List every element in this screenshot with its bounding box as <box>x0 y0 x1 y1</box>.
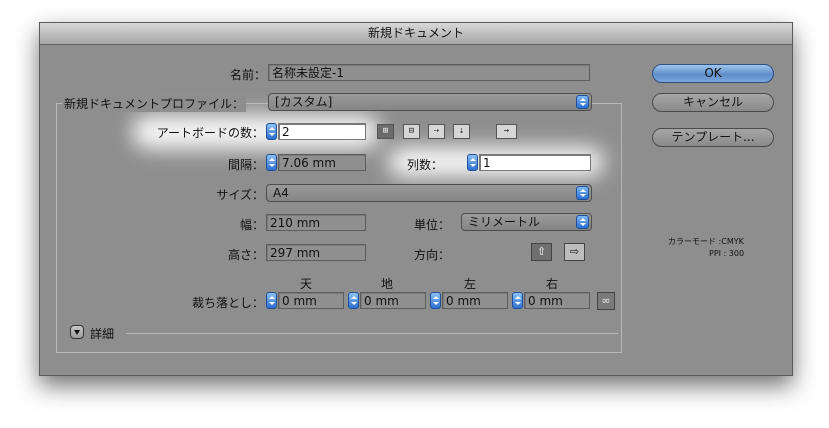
advanced-label[interactable]: 詳細 <box>90 325 114 342</box>
bleed-right-stepper[interactable] <box>512 292 523 309</box>
width-field[interactable]: 210 mm <box>266 214 366 231</box>
columns-label: 列数： <box>407 158 444 172</box>
chevron-updown-icon <box>576 186 589 200</box>
bleed-top-label: 天 <box>300 277 313 291</box>
size-label: サイズ： <box>216 188 264 202</box>
profile-label: 新規ドキュメントプロファイル： <box>62 95 247 112</box>
chevron-updown-icon <box>576 95 589 109</box>
size-select[interactable]: A4 <box>266 184 592 202</box>
bleed-right-label: 右 <box>546 277 559 291</box>
spacing-stepper[interactable] <box>266 154 277 171</box>
disclosure-triangle-icon[interactable] <box>70 325 84 339</box>
bleed-bottom-field[interactable]: 0 mm <box>360 292 426 309</box>
spacing-label: 間隔： <box>227 158 264 172</box>
portrait-orientation-button[interactable]: ⇧ <box>531 243 552 261</box>
bleed-left-field[interactable]: 0 mm <box>442 292 508 309</box>
columns-field[interactable]: 1 <box>479 154 591 171</box>
size-select-value: A4 <box>273 186 289 200</box>
grid-by-row-icon[interactable]: ⊞ <box>377 124 394 139</box>
templates-button[interactable]: テンプレート... <box>652 128 774 147</box>
grid-by-column-icon[interactable]: ⊟ <box>403 124 420 139</box>
arrange-by-row-icon[interactable]: ⇢ <box>428 124 445 139</box>
bleed-top-stepper[interactable] <box>266 292 277 309</box>
height-field[interactable]: 297 mm <box>266 244 366 261</box>
height-label: 高さ： <box>227 248 264 262</box>
ppi-info: PPI : 300 <box>709 249 745 258</box>
bleed-label: 裁ち落とし： <box>191 296 264 310</box>
artboards-stepper[interactable] <box>266 123 277 140</box>
profile-select[interactable]: [カスタム] <box>268 93 592 111</box>
color-mode-info: カラーモード :CMYK <box>668 237 744 246</box>
artboards-field[interactable]: 2 <box>278 123 366 140</box>
new-document-dialog: 新規ドキュメント 名前： 名称未設定-1 新規ドキュメントプロファイル： [カス… <box>39 22 793 376</box>
width-label: 幅： <box>239 218 264 232</box>
link-icon[interactable]: ∞ <box>597 292 615 310</box>
spacing-field[interactable]: 7.06 mm <box>278 154 366 171</box>
units-select-value: ミリメートル <box>468 215 541 229</box>
right-to-left-icon[interactable]: → <box>496 124 517 139</box>
name-field[interactable]: 名称未設定-1 <box>268 64 590 81</box>
bleed-bottom-label: 地 <box>381 277 394 291</box>
cancel-button[interactable]: キャンセル <box>652 93 774 112</box>
advanced-separator <box>126 333 618 334</box>
arrange-by-column-icon[interactable]: ⇣ <box>453 124 470 139</box>
bleed-right-field[interactable]: 0 mm <box>524 292 590 309</box>
ok-button[interactable]: OK <box>652 64 774 83</box>
orientation-label: 方向： <box>414 248 451 262</box>
landscape-orientation-button[interactable]: ⇨ <box>564 243 585 261</box>
bleed-left-label: 左 <box>464 277 477 291</box>
chevron-updown-icon <box>576 215 589 229</box>
bleed-top-field[interactable]: 0 mm <box>278 292 344 309</box>
name-label: 名前： <box>229 68 266 82</box>
profile-select-value: [カスタム] <box>275 95 333 109</box>
window-title: 新規ドキュメント <box>40 23 792 45</box>
bleed-bottom-stepper[interactable] <box>348 292 359 309</box>
artboards-label: アートボードの数： <box>156 126 264 140</box>
bleed-left-stepper[interactable] <box>430 292 441 309</box>
units-select[interactable]: ミリメートル <box>461 213 592 231</box>
columns-stepper[interactable] <box>467 154 478 171</box>
units-label: 単位： <box>414 218 451 232</box>
